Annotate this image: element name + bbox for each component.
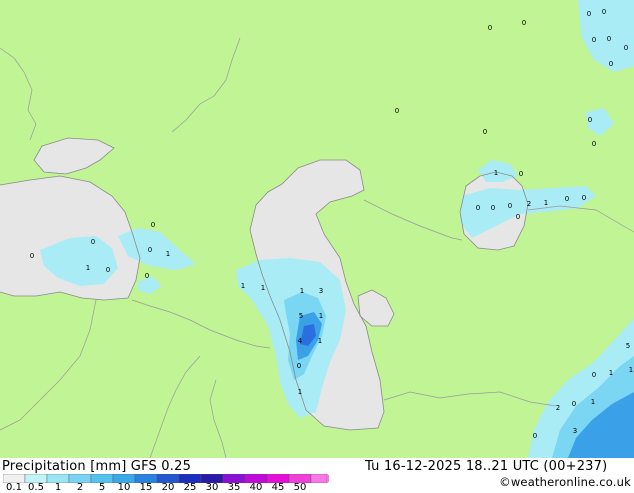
footer-bar: Precipitation [mm] GFS 0.25 Tu 16-12-202…: [0, 458, 634, 493]
precip-value-label: 0: [533, 432, 537, 440]
valid-time: Tu 16-12-2025 18..21 UTC (00+237): [365, 459, 608, 474]
precip-value-label: 1: [544, 199, 548, 207]
precip-value-label: 1: [298, 388, 302, 396]
precip-value-label: 0: [587, 10, 591, 18]
precip-value-label: 0: [30, 252, 34, 260]
precip-value-label: 0: [572, 400, 576, 408]
scale-tick-label: 30: [205, 482, 219, 493]
precip-value-label: 1: [319, 312, 323, 320]
precip-value-label: 5: [626, 342, 630, 350]
precip-value-label: 1: [261, 284, 265, 292]
precip-value-label: 0: [609, 60, 613, 68]
product-title: Precipitation [mm] GFS 0.25: [2, 459, 192, 474]
precip-value-label: 0: [106, 266, 110, 274]
scale-tick-label: 1: [54, 482, 62, 493]
precip-value-label: 5: [299, 312, 303, 320]
precip-value-label: 1: [241, 282, 245, 290]
scale-tick-label: 5: [98, 482, 106, 493]
precip-value-label: 3: [319, 287, 323, 295]
precip-value-label: 0: [91, 238, 95, 246]
precip-value-label: 1: [629, 366, 633, 374]
precip-value-label: 0: [516, 213, 520, 221]
precip-value-label: 0: [602, 8, 606, 16]
precip-value-label: 0: [522, 19, 526, 27]
precipitation-map: 0 0 0 0 0 0 0 0 0 0 0 0 1 0 0 0 0 0 2 1 …: [0, 0, 634, 458]
precip-value-label: 0: [151, 221, 155, 229]
scale-tick-label: 50: [293, 482, 307, 493]
precip-value-label: 1: [318, 337, 322, 345]
scale-tick-label: 45: [271, 482, 285, 493]
precip-value-label: 0: [588, 116, 592, 124]
scale-tick-label: 15: [139, 482, 153, 493]
precip-value-label: 0: [488, 24, 492, 32]
precip-value-label: 0: [607, 35, 611, 43]
precip-value-label: 2: [556, 404, 560, 412]
precip-value-label: 0: [491, 204, 495, 212]
precip-value-label: 0: [476, 204, 480, 212]
precip-value-label: 0: [297, 362, 301, 370]
precip-value-label: 0: [582, 194, 586, 202]
precip-value-label: 3: [573, 427, 577, 435]
scale-tick-label: 0.5: [28, 482, 44, 493]
precip-value-label: 1: [300, 287, 304, 295]
scale-tick-label: 2: [76, 482, 84, 493]
precip-value-label: 0: [624, 44, 628, 52]
scale-swatch: [310, 474, 328, 483]
precip-value-label: 0: [395, 107, 399, 115]
precip-value-label: 4: [298, 337, 303, 345]
precip-value-label: 1: [591, 398, 595, 406]
precip-value-label: 0: [592, 140, 596, 148]
scale-tick-label: 25: [183, 482, 197, 493]
scale-tick-label: 0.1: [6, 482, 22, 493]
precip-value-label: 0: [145, 272, 149, 280]
precip-value-label: 0: [592, 36, 596, 44]
scale-tick-label: 40: [249, 482, 263, 493]
precip-value-label: 0: [519, 170, 523, 178]
credit-link[interactable]: ©weatheronline.co.uk: [499, 475, 631, 489]
precip-value-label: 1: [494, 169, 498, 177]
precip-value-label: 1: [166, 250, 170, 258]
precip-scale-ticks: 0.1 0.5 1 2 5 10 15 20 25 30 35 40 45 50: [0, 482, 330, 493]
scale-tick-label: 10: [117, 482, 131, 493]
precip-value-label: 0: [565, 195, 569, 203]
forecast-map-panel: 0 0 0 0 0 0 0 0 0 0 0 0 1 0 0 0 0 0 2 1 …: [0, 0, 634, 493]
precip-value-label: 0: [508, 202, 512, 210]
precip-value-label: 0: [148, 246, 152, 254]
precip-value-label: 0: [483, 128, 487, 136]
scale-tick-label: 35: [227, 482, 241, 493]
precip-value-label: 1: [609, 369, 613, 377]
scale-tick-label: 20: [161, 482, 175, 493]
precip-value-label: 0: [592, 371, 596, 379]
precip-value-label: 2: [527, 200, 531, 208]
precip-value-label: 1: [86, 264, 90, 272]
scale-end-arrow: [327, 474, 329, 483]
